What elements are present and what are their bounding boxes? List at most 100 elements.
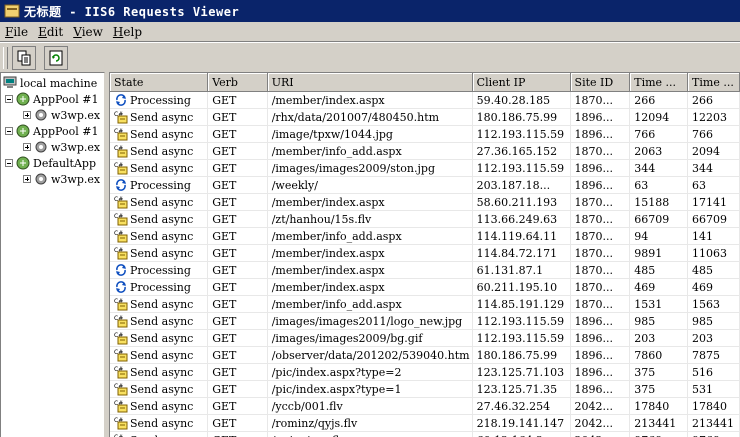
cell-client-ip: 114.84.72.171 <box>472 244 571 262</box>
table-row[interactable]: C# Send async GET/images/images2009/ston.j… <box>110 159 740 177</box>
send-async-icon: C# <box>114 213 128 226</box>
cell-site-id: 1870... <box>570 142 631 160</box>
menu-bar: File Edit View Help <box>0 22 740 41</box>
tree-node-w3wp-3[interactable]: w3wp.ex <box>23 171 100 187</box>
table-row[interactable]: Processing GET/weekly/203.187.18... 1896..… <box>110 176 740 194</box>
state-label: Processing <box>130 93 191 107</box>
table-row[interactable]: C# Send async GET/member/index.aspx 58.60.2… <box>110 193 740 211</box>
table-row[interactable]: C# Send async GET/pic/index.aspx?type=1 123… <box>110 380 740 398</box>
toolbar-grip[interactable] <box>3 47 8 69</box>
menu-help[interactable]: Help <box>108 25 147 39</box>
cell-uri: /yccb/001.flv <box>267 397 473 415</box>
cell-time-1: 2063 <box>629 142 689 160</box>
table-row[interactable]: C# Send async GET/observer/data/201202/539… <box>110 346 740 364</box>
tree-node-w3wp-1[interactable]: w3wp.ex <box>23 107 100 123</box>
column-header-5[interactable]: Time ... <box>629 73 689 92</box>
table-row[interactable]: C# Send async GET/member/info_add.aspx 114.… <box>110 227 740 245</box>
collapse-toggle[interactable] <box>5 127 13 135</box>
cell-time-1: 985 <box>629 312 689 330</box>
cell-time-1: 9769 <box>629 431 689 437</box>
table-row[interactable]: C# Send async GET/rominz/qyjs.flv 218.19.14… <box>110 414 740 432</box>
cell-time-1: 94 <box>629 227 689 245</box>
table-row[interactable]: C# Send async GET/images/images2011/logo_n… <box>110 312 740 330</box>
table-row[interactable]: C# Send async GET/zt/hanhou/15s.flv 113.66.… <box>110 210 740 228</box>
state-label: Processing <box>130 263 191 277</box>
expand-toggle[interactable] <box>23 111 31 119</box>
table-row[interactable]: C# Send async GET/unice/yns.flv60.12.164.2… <box>110 431 740 437</box>
cell-site-id: 1870... <box>570 244 631 262</box>
tree-node-defaultapp[interactable]: DefaultApp <box>5 155 96 171</box>
table-row[interactable]: C# Send async GET/member/info_add.aspx 27.3… <box>110 142 740 160</box>
menu-edit[interactable]: Edit <box>33 25 68 39</box>
state-cell-content: C#Send async <box>114 127 207 141</box>
cell-time-1: 344 <box>629 159 689 177</box>
table-row[interactable]: C# Send async GET/member/info_add.aspx 114.… <box>110 295 740 313</box>
menu-view[interactable]: View <box>68 25 108 39</box>
table-row[interactable]: Processing GET/member/index.aspx 59.40.28.… <box>110 91 740 109</box>
cell-time-2: 63 <box>687 176 740 194</box>
expand-toggle[interactable] <box>23 175 31 183</box>
send-async-icon: C# <box>114 332 128 345</box>
send-async-icon: C# <box>114 400 128 413</box>
column-header-0[interactable]: State <box>110 73 209 92</box>
table-row[interactable]: C# Send async GET/pic/index.aspx?type=2 123… <box>110 363 740 381</box>
app-pool-icon <box>16 156 30 170</box>
cell-uri: /member/index.aspx <box>267 244 473 262</box>
send-async-icon: C# <box>114 315 128 328</box>
refresh-button[interactable] <box>44 46 68 70</box>
send-async-icon: C# <box>114 162 128 175</box>
cell-verb: GET <box>207 380 268 398</box>
tree-root[interactable]: local machine <box>3 75 97 91</box>
state-label: Send async <box>130 229 194 243</box>
requests-grid[interactable]: State Verb URI Client IP Site ID Time ... Time… <box>109 72 740 437</box>
cell-state: C#Send async <box>110 159 209 177</box>
column-header-4[interactable]: Site ID <box>570 73 631 92</box>
cell-time-1: 375 <box>629 380 689 398</box>
cell-site-id: 1870... <box>570 261 631 279</box>
state-label: Send async <box>130 127 194 141</box>
state-cell-content: Processing <box>114 93 207 107</box>
tree-node-w3wp-2[interactable]: w3wp.ex <box>23 139 100 155</box>
state-label: Processing <box>130 178 191 192</box>
menu-mnemonic: V <box>73 24 82 39</box>
cell-time-2: 203 <box>687 329 740 347</box>
tree-node-apppool-2[interactable]: AppPool #1 <box>5 123 98 139</box>
cell-site-id: 1896... <box>570 346 631 364</box>
table-row[interactable]: Processing GET/member/index.aspx 61.131.87… <box>110 261 740 279</box>
column-header-3[interactable]: Client IP <box>472 73 571 92</box>
cell-time-2: 531 <box>687 380 740 398</box>
tree-node-apppool-1[interactable]: AppPool #1 <box>5 91 98 107</box>
table-row[interactable]: C# Send async GET/member/index.aspx 114.84.… <box>110 244 740 262</box>
cell-time-2: 66709 <box>687 210 740 228</box>
table-row[interactable]: C# Send async GET/rhx/data/201007/480450.h… <box>110 108 740 126</box>
cell-verb: GET <box>207 312 268 330</box>
table-row[interactable]: C# Send async GET/images/images2009/bg.gif… <box>110 329 740 347</box>
cell-verb: GET <box>207 278 268 296</box>
table-row[interactable]: Processing GET/member/index.aspx 60.211.19… <box>110 278 740 296</box>
state-cell-content: Processing <box>114 280 207 294</box>
process-tree[interactable]: local machine AppPool #1 w3wp.ex AppPool… <box>0 72 105 437</box>
column-header-2[interactable]: URI <box>267 73 473 92</box>
copy-button[interactable] <box>12 46 36 70</box>
cell-time-2: 469 <box>687 278 740 296</box>
cell-time-2: 213441 <box>687 414 740 432</box>
state-label: Send async <box>130 110 194 124</box>
title-bar[interactable]: 无标题 - IIS6 Requests Viewer <box>0 0 740 22</box>
menu-file[interactable]: File <box>0 25 33 39</box>
collapse-toggle[interactable] <box>5 95 13 103</box>
cell-client-ip: 218.19.141.147 <box>472 414 571 432</box>
cell-client-ip: 114.85.191.129 <box>472 295 571 313</box>
copy-icon <box>17 50 31 66</box>
table-row[interactable]: C# Send async GET/image/tpxw/1044.jpg 112.1… <box>110 125 740 143</box>
computer-icon <box>3 76 17 88</box>
processing-icon <box>116 264 126 276</box>
collapse-toggle[interactable] <box>5 159 13 167</box>
cell-time-1: 375 <box>629 363 689 381</box>
column-header-6[interactable]: Time ... <box>687 73 740 92</box>
toolbar <box>0 43 740 73</box>
table-row[interactable]: C# Send async GET/yccb/001.flv 27.46.32.254… <box>110 397 740 415</box>
expand-toggle[interactable] <box>23 143 31 151</box>
processing-icon <box>116 94 126 106</box>
cell-uri: /pic/index.aspx?type=2 <box>267 363 473 381</box>
column-header-1[interactable]: Verb <box>207 73 268 92</box>
